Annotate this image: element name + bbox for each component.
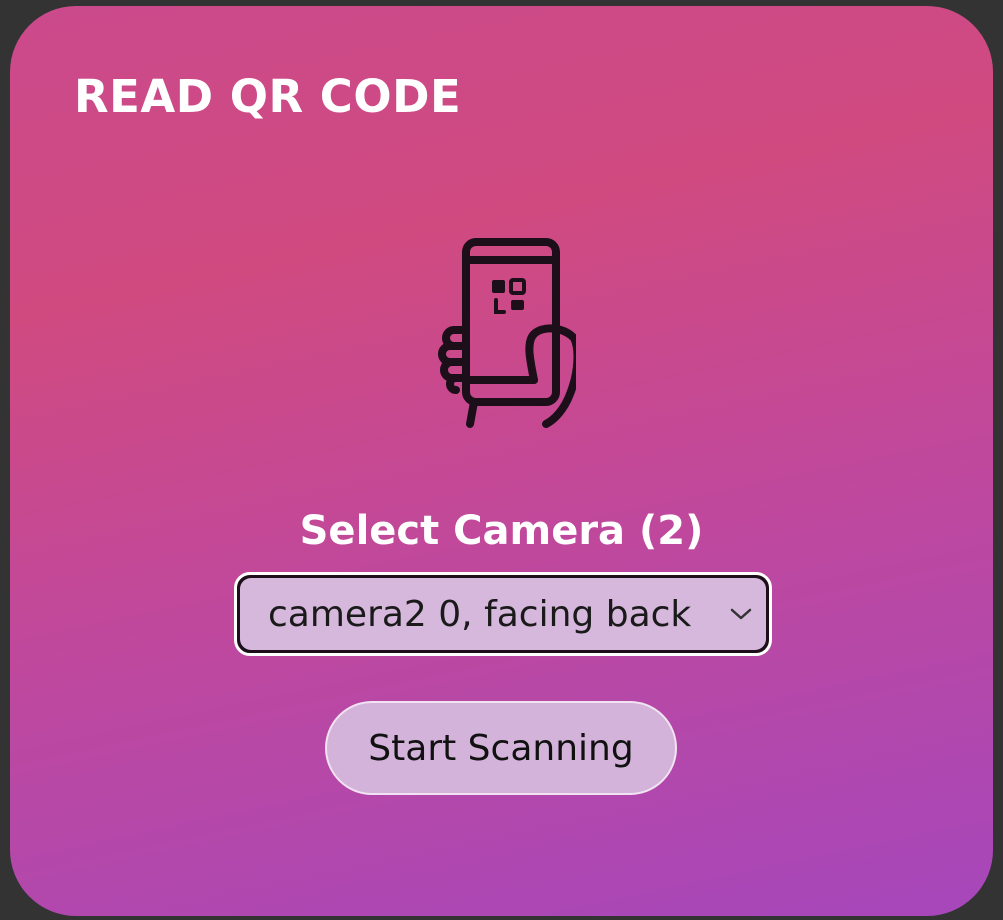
qr-reader-card: READ QR CODE Select Camera (2) camera2 0… (10, 6, 993, 916)
hand-holding-phone-qr-icon (438, 238, 576, 428)
camera-select-field[interactable]: camera2 0, facing back (240, 578, 766, 650)
camera-select[interactable]: camera2 0, facing back (234, 572, 772, 656)
select-camera-label: Select Camera (2) (299, 508, 704, 554)
start-scanning-button[interactable]: Start Scanning (325, 701, 677, 795)
camera-select-value: camera2 0, facing back (268, 593, 692, 635)
chevron-down-icon (730, 608, 752, 620)
page-title: READ QR CODE (74, 70, 462, 123)
